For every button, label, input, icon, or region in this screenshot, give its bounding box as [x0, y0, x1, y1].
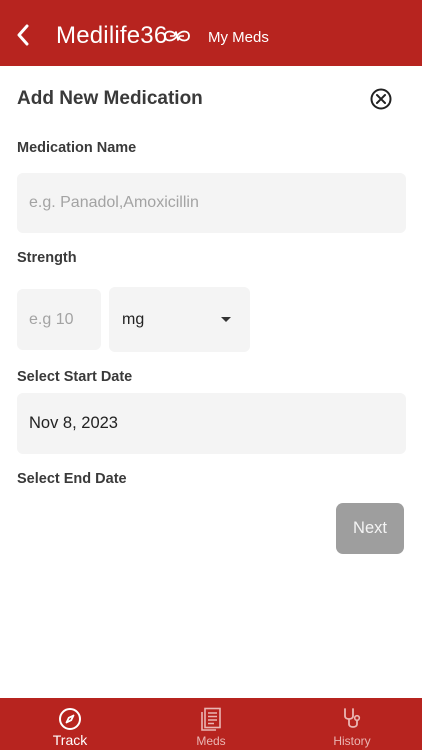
- next-button[interactable]: Next: [336, 503, 404, 554]
- app-logo: Medilife36: [56, 22, 191, 50]
- strength-label: Strength: [17, 250, 77, 266]
- app-header: Medilife36 My Meds: [0, 0, 422, 66]
- start-date-label: Select Start Date: [17, 369, 133, 385]
- medication-name-input[interactable]: [17, 173, 406, 233]
- back-button[interactable]: [10, 22, 36, 48]
- start-date-picker[interactable]: Nov 8, 2023: [17, 393, 406, 454]
- end-date-label: Select End Date: [17, 471, 127, 487]
- close-button[interactable]: [370, 88, 392, 110]
- strength-input[interactable]: [17, 289, 101, 350]
- tab-meds-label: Meds: [196, 734, 226, 748]
- unit-value: mg: [122, 310, 145, 328]
- start-date-value: Nov 8, 2023: [29, 414, 118, 432]
- unit-dropdown[interactable]: mg: [109, 287, 250, 352]
- medication-name-label: Medication Name: [17, 140, 137, 156]
- page-title: Add New Medication: [17, 88, 203, 109]
- tab-track[interactable]: Track: [10, 698, 130, 750]
- stethoscope-icon: [344, 708, 361, 728]
- tab-history[interactable]: History: [292, 698, 412, 750]
- compass-icon: [59, 708, 81, 730]
- close-circle-icon: [370, 88, 392, 110]
- heartbeat-infinity-icon: [164, 30, 191, 42]
- bottom-tab-bar: Track Meds History: [0, 698, 422, 750]
- caret-down-icon: [221, 317, 231, 322]
- tab-track-label: Track: [52, 732, 88, 748]
- app-name: Medilife36: [56, 22, 168, 49]
- chevron-left-icon: [17, 24, 29, 46]
- document-list-icon: [201, 707, 221, 731]
- header-subtitle: My Meds: [208, 29, 269, 46]
- tab-meds[interactable]: Meds: [151, 698, 271, 750]
- tab-history-label: History: [333, 734, 371, 748]
- add-medication-form: Add New Medication Medication Name Stren…: [0, 66, 422, 698]
